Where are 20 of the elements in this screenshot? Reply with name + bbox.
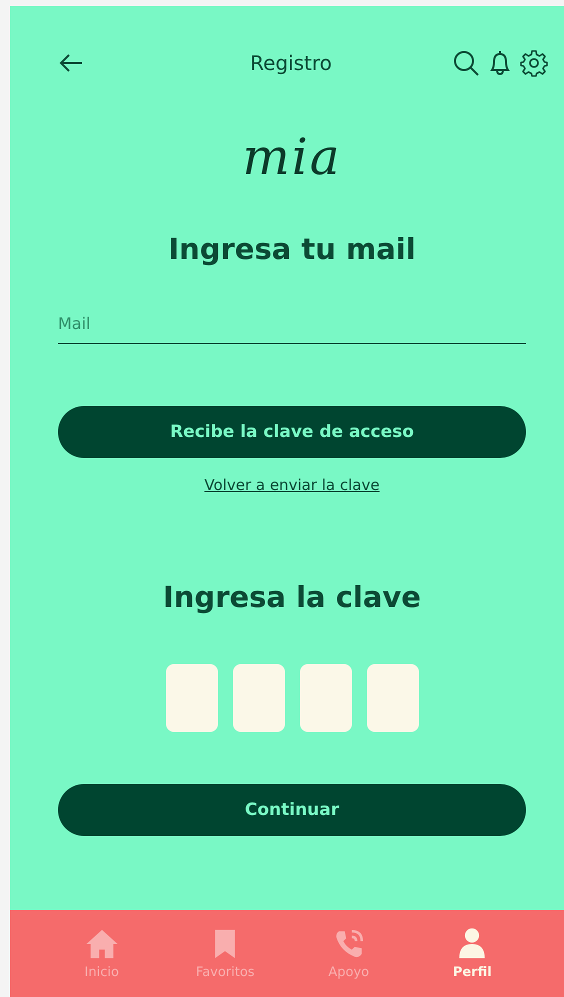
resend-link[interactable]: Volver a enviar la clave: [204, 476, 380, 494]
nav-tab[interactable]: Inicio: [56, 927, 147, 980]
continue-button[interactable]: Continuar: [58, 784, 526, 836]
code-digit-field[interactable]: [232, 664, 284, 732]
nav-tab[interactable]: Apoyo: [304, 927, 394, 980]
mail-field[interactable]: Mail: [58, 308, 526, 344]
logo: mia: [242, 128, 342, 186]
nav-tab[interactable]: Perfil: [427, 927, 518, 980]
code-digit-field[interactable]: [300, 664, 352, 732]
back-arrow-icon[interactable]: [58, 52, 84, 74]
code-digit-field[interactable]: [166, 664, 218, 732]
section-heading: Ingresa tu mail: [168, 232, 416, 266]
home-icon: [84, 927, 119, 961]
section-heading: Ingresa la clave: [163, 580, 421, 614]
nav-tab[interactable]: Favoritos: [180, 927, 270, 980]
code-digit-field[interactable]: [366, 664, 418, 732]
search-icon[interactable]: [452, 49, 480, 77]
request-code-button[interactable]: Recibe la clave de acceso: [58, 406, 526, 458]
screen-title: Registro: [250, 51, 332, 75]
settings-icon[interactable]: [520, 49, 548, 77]
